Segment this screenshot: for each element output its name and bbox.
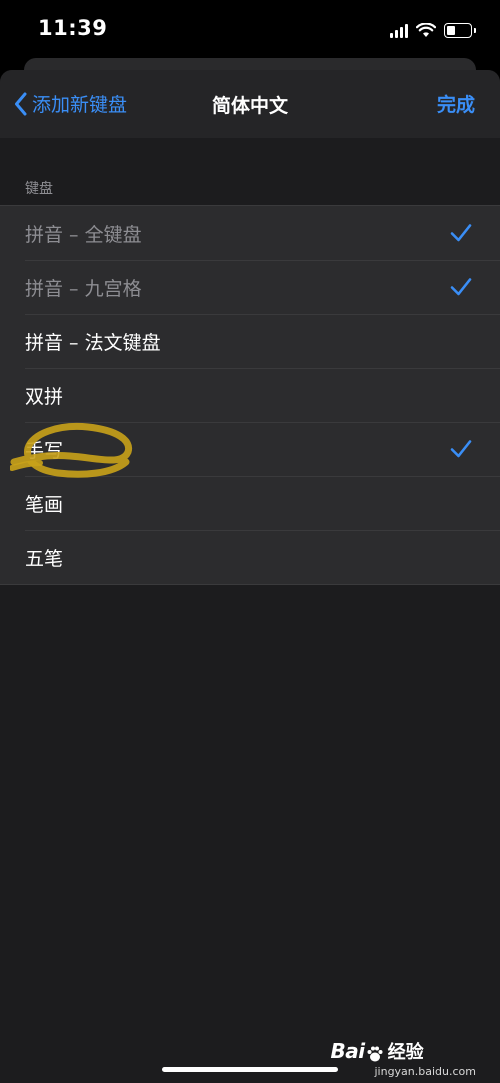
status-time: 11:39 — [38, 16, 108, 40]
section-header: 键盘 — [25, 181, 53, 197]
baidu-jingyan-watermark: Bai 经验 jingyan.baidu.com — [330, 1038, 476, 1078]
watermark-logo-text: Bai — [330, 1039, 365, 1063]
home-indicator — [162, 1067, 338, 1072]
keyboard-label: 五笔 — [25, 547, 64, 570]
keyboard-label: 拼音 – 九宫格 — [25, 277, 142, 300]
status-icons — [390, 20, 476, 40]
keyboard-row[interactable]: 笔画 — [0, 476, 500, 530]
watermark-url: jingyan.baidu.com — [374, 1065, 476, 1078]
checkmark-icon — [450, 224, 472, 242]
keyboard-row[interactable]: 手写 — [0, 422, 500, 476]
keyboard-row[interactable]: 五笔 — [0, 530, 500, 584]
wifi-icon — [416, 22, 436, 37]
status-bar: 11:39 — [0, 0, 500, 62]
keyboard-row[interactable]: 拼音 – 全键盘 — [0, 206, 500, 260]
done-button[interactable]: 完成 — [437, 90, 475, 117]
paw-icon — [367, 1046, 383, 1061]
checkmark-icon — [450, 278, 472, 296]
keyboard-label: 拼音 – 全键盘 — [25, 223, 142, 246]
keyboard-row[interactable]: 双拼 — [0, 368, 500, 422]
back-button[interactable]: 添加新键盘 — [14, 90, 127, 117]
keyboard-list: 拼音 – 全键盘 拼音 – 九宫格 拼音 – 法文键盘 双拼 手写 笔画 五笔 — [0, 205, 500, 585]
keyboard-label: 拼音 – 法文键盘 — [25, 331, 161, 354]
watermark-label: 经验 — [387, 1042, 424, 1063]
keyboard-settings-sheet: 添加新键盘 简体中文 完成 键盘 拼音 – 全键盘 拼音 – 九宫格 拼音 – … — [0, 70, 500, 1083]
keyboard-label: 双拼 — [25, 385, 64, 408]
checkmark-icon — [450, 440, 472, 458]
keyboard-label: 手写 — [25, 439, 64, 462]
keyboard-row[interactable]: 拼音 – 九宫格 — [0, 260, 500, 314]
back-button-label: 添加新键盘 — [32, 94, 128, 116]
battery-icon — [444, 22, 476, 38]
chevron-left-icon — [15, 92, 27, 115]
keyboard-row[interactable]: 拼音 – 法文键盘 — [0, 314, 500, 368]
cellular-signal-icon — [390, 22, 408, 38]
keyboard-label: 笔画 — [25, 493, 64, 516]
navigation-bar: 添加新键盘 简体中文 完成 — [0, 70, 500, 138]
